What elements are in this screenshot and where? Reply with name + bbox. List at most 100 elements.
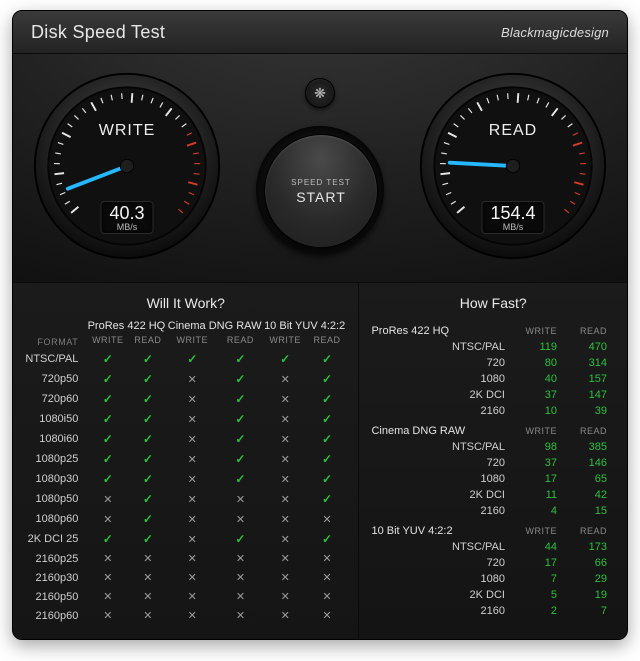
check-icon: ✓	[280, 352, 290, 366]
write-fps: 119	[515, 339, 565, 355]
read-fps: 15	[565, 503, 615, 519]
table-row: NTSC/PAL✓✓✓✓✓✓	[25, 349, 346, 369]
table-row: 2K DCI37147	[371, 387, 615, 403]
cross-icon: ✕	[188, 414, 197, 426]
how-fast-panel: How Fast? ProRes 422 HQWRITEREADNTSC/PAL…	[359, 283, 627, 639]
format-label: 1080	[371, 471, 515, 487]
titlebar: Disk Speed Test Blackmagicdesign	[13, 11, 627, 54]
write-value-display: 40.3 MB/s	[100, 201, 153, 234]
cross-icon: ✕	[322, 514, 331, 526]
write-fps: 11	[515, 487, 565, 503]
cross-icon: ✕	[188, 610, 197, 622]
check-icon: ✓	[143, 532, 153, 546]
cross-icon: ✕	[188, 434, 197, 446]
cross-icon: ✕	[103, 494, 112, 506]
read-fps: 42	[565, 487, 615, 503]
format-label: 1080p50	[25, 489, 86, 509]
cross-icon: ✕	[188, 553, 197, 565]
group-header: 10 Bit YUV 4:2:2	[263, 319, 347, 334]
table-row: 2160p50✕✕✕✕✕✕	[25, 587, 346, 606]
table-row: 1080p60✕✓✕✕✕✕	[25, 509, 346, 529]
cross-icon: ✕	[322, 553, 331, 565]
format-label: 2160p25	[25, 549, 86, 568]
table-row: 720p50✓✓✕✓✕✓	[25, 369, 346, 389]
write-fps: 80	[515, 355, 565, 371]
start-line2: START	[296, 189, 346, 205]
format-label: 720p60	[25, 389, 86, 409]
format-label: 2160	[371, 603, 515, 619]
read-fps: 385	[565, 439, 615, 455]
group-name: Cinema DNG RAW	[371, 419, 515, 439]
group-name: ProRes 422 HQ	[371, 319, 515, 339]
read-gauge-label: READ	[417, 122, 609, 140]
check-icon: ✓	[143, 452, 153, 466]
cross-icon: ✕	[143, 572, 152, 584]
group-name: 10 Bit YUV 4:2:2	[371, 519, 515, 539]
table-row: 720p60✓✓✕✓✕✓	[25, 389, 346, 409]
check-icon: ✓	[143, 352, 153, 366]
check-icon: ✓	[143, 392, 153, 406]
table-row: 2160p60✕✕✕✕✕✕	[25, 606, 346, 625]
settings-button[interactable]: ❋	[305, 78, 335, 108]
write-fps: 37	[515, 455, 565, 471]
check-icon: ✓	[103, 352, 113, 366]
format-label: 1080p60	[25, 509, 86, 529]
write-unit: MB/s	[109, 223, 144, 232]
how-fast-table: ProRes 422 HQWRITEREADNTSC/PAL1194707208…	[371, 319, 615, 619]
table-row: 2K DCI519	[371, 587, 615, 603]
check-icon: ✓	[322, 492, 332, 506]
start-button[interactable]: SPEED TEST START	[264, 134, 378, 248]
cross-icon: ✕	[188, 474, 197, 486]
format-label: 2160p60	[25, 606, 86, 625]
format-label: 720	[371, 555, 515, 571]
table-row: 2K DCI 25✓✓✕✓✕✓	[25, 529, 346, 549]
write-gauge-label: WRITE	[31, 122, 223, 140]
check-icon: ✓	[322, 472, 332, 486]
read-fps: 146	[565, 455, 615, 471]
results-tables: Will It Work? ProRes 422 HQ Cinema DNG R…	[13, 283, 627, 639]
read-fps: 39	[565, 403, 615, 419]
table-row: 108040157	[371, 371, 615, 387]
format-label: 1080p30	[25, 469, 86, 489]
read-fps: 29	[565, 571, 615, 587]
cross-icon: ✕	[281, 454, 290, 466]
will-it-work-panel: Will It Work? ProRes 422 HQ Cinema DNG R…	[13, 283, 359, 639]
table-row: 1080p30✓✓✕✓✕✓	[25, 469, 346, 489]
write-fps: 17	[515, 471, 565, 487]
write-fps: 4	[515, 503, 565, 519]
write-fps: 2	[515, 603, 565, 619]
format-label: 1080i60	[25, 429, 86, 449]
write-fps: 44	[515, 539, 565, 555]
cross-icon: ✕	[103, 610, 112, 622]
table-row: 1080p25✓✓✕✓✕✓	[25, 449, 346, 469]
cross-icon: ✕	[322, 572, 331, 584]
format-label: 2160	[371, 503, 515, 519]
table-row: 1080i50✓✓✕✓✕✓	[25, 409, 346, 429]
read-gauge: READ 154.4 MB/s	[417, 70, 609, 262]
check-icon: ✓	[103, 472, 113, 486]
check-icon: ✓	[103, 452, 113, 466]
read-unit: MB/s	[490, 223, 535, 232]
cross-icon: ✕	[103, 514, 112, 526]
cross-icon: ✕	[281, 434, 290, 446]
read-fps: 7	[565, 603, 615, 619]
format-label: 1080i50	[25, 409, 86, 429]
table-row: 2160415	[371, 503, 615, 519]
group-row: Cinema DNG RAWWRITEREAD	[371, 419, 615, 439]
table-row: 7201766	[371, 555, 615, 571]
cross-icon: ✕	[281, 591, 290, 603]
table-row: 1080729	[371, 571, 615, 587]
will-it-work-table: ProRes 422 HQ Cinema DNG RAW 10 Bit YUV …	[25, 319, 346, 625]
read-value-display: 154.4 MB/s	[481, 201, 544, 234]
cross-icon: ✕	[281, 534, 290, 546]
check-icon: ✓	[322, 432, 332, 446]
group-header: ProRes 422 HQ	[86, 319, 166, 334]
cross-icon: ✕	[236, 494, 245, 506]
check-icon: ✓	[103, 532, 113, 546]
format-label: 720	[371, 355, 515, 371]
format-label: 1080	[371, 571, 515, 587]
format-label: 720	[371, 455, 515, 471]
format-label: NTSC/PAL	[25, 349, 86, 369]
format-label: 2K DCI	[371, 587, 515, 603]
cross-icon: ✕	[281, 394, 290, 406]
